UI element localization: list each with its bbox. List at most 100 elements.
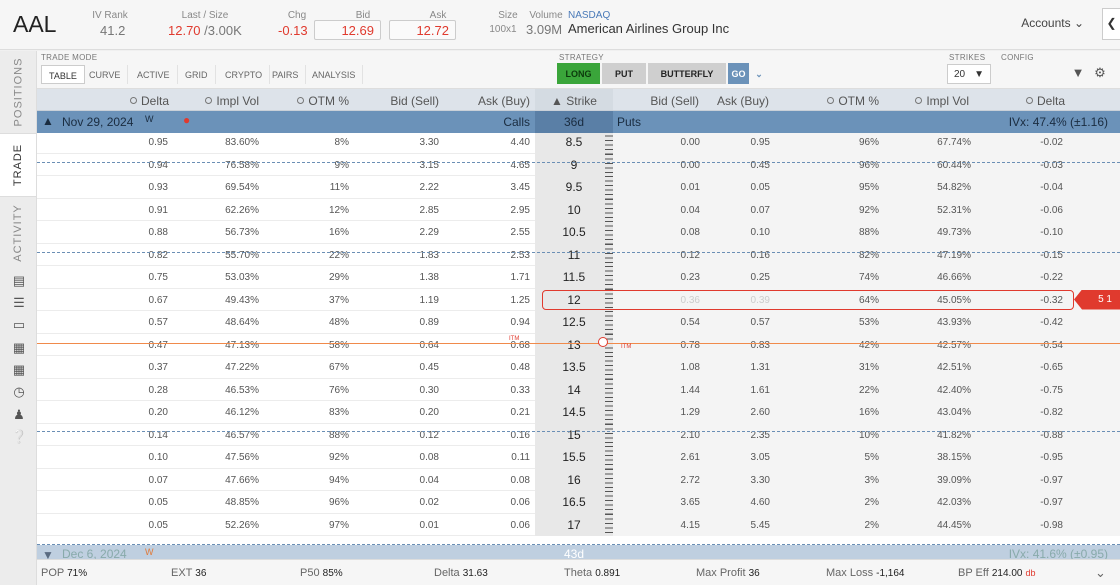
cell-pa[interactable]: 0.83 [713, 340, 770, 351]
cell-pa[interactable]: 1.31 [713, 362, 770, 373]
cell-cb[interactable]: 2.22 [383, 182, 439, 193]
cell-pa[interactable]: 1.61 [713, 385, 770, 396]
table-row[interactable]: 16 0.07 47.66% 94% 0.04 0.08 2.72 3.30 3% 39.09% -… [37, 468, 1120, 491]
cell-cd[interactable]: 0.28 [113, 385, 168, 396]
cell-ca[interactable]: 3.45 [473, 182, 530, 193]
cell-cotm[interactable]: 96% [293, 497, 349, 508]
cell-pd[interactable]: -0.54 [1007, 340, 1063, 351]
col-strike[interactable]: ▲ Strike [535, 89, 613, 110]
table-row[interactable]: 15 0.14 46.57% 88% 0.12 0.16 2.10 2.35 10% 41.82%… [37, 423, 1120, 446]
cell-piv[interactable]: 42.03% [913, 497, 971, 508]
cell-pa[interactable]: 0.10 [713, 227, 770, 238]
cell-cb[interactable]: 0.30 [383, 385, 439, 396]
cell-pb[interactable]: 0.23 [643, 272, 700, 283]
cell-cd[interactable]: 0.47 [113, 340, 168, 351]
cell-pd[interactable]: -0.02 [1007, 137, 1063, 148]
cell-cb[interactable]: 0.20 [383, 407, 439, 418]
cell-potm[interactable]: 5% [823, 452, 879, 463]
mode-tab-grid[interactable]: GRID [178, 65, 216, 84]
cell-potm[interactable]: 88% [823, 227, 879, 238]
cell-pb[interactable]: 0.78 [643, 340, 700, 351]
chevron-up-icon[interactable]: ▲ [42, 114, 54, 128]
cell-piv[interactable]: 67.74% [913, 137, 971, 148]
cell-piv[interactable]: 46.66% [913, 272, 971, 283]
cell-cotm[interactable]: 67% [293, 362, 349, 373]
community-icon[interactable]: ♟ [11, 407, 27, 423]
cell-potm[interactable]: 2% [823, 520, 879, 531]
cell-cb[interactable]: 1.19 [383, 295, 439, 306]
table-row[interactable]: 8.5 0.95 83.60% 8% 3.30 4.40 0.00 0.95 96% 67.74%… [37, 133, 1120, 154]
bid-button[interactable]: 12.69 [314, 20, 381, 40]
cell-civ[interactable]: 53.03% [203, 272, 259, 283]
cell-cotm[interactable]: 37% [293, 295, 349, 306]
cell-ca[interactable]: 1.25 [473, 295, 530, 306]
cell-cd[interactable]: 0.67 [113, 295, 168, 306]
expiry-header-2[interactable]: ▼ Dec 6, 2024 W 43d IVx: 41.6% (±0.95) [37, 545, 1120, 559]
cell-cb[interactable]: 2.29 [383, 227, 439, 238]
col-put-bid[interactable]: Bid (Sell) [637, 94, 699, 108]
cell-cd[interactable]: 0.88 [113, 227, 168, 238]
cell-ca[interactable]: 0.11 [473, 452, 530, 463]
leg-quantity-badge[interactable]: 5 1 [1074, 289, 1120, 310]
cell-piv[interactable]: 38.15% [913, 452, 971, 463]
cell-piv[interactable]: 43.93% [913, 317, 971, 328]
strike-cell[interactable]: 10.5 [535, 221, 613, 244]
tab-trade[interactable]: TRADE [0, 133, 36, 197]
cell-pd[interactable]: -0.06 [1007, 205, 1063, 216]
cell-ca[interactable]: 0.06 [473, 497, 530, 508]
strike-cell[interactable]: 16 [535, 468, 613, 491]
col-call-otm[interactable]: OTM % [287, 94, 349, 108]
cell-cd[interactable]: 0.91 [113, 205, 168, 216]
cell-ca[interactable]: 0.48 [473, 362, 530, 373]
col-call-iv[interactable]: Impl Vol [197, 94, 259, 108]
cell-cb[interactable]: 0.04 [383, 475, 439, 486]
cell-ca[interactable]: 0.21 [473, 407, 530, 418]
cell-pa[interactable]: 0.07 [713, 205, 770, 216]
table-row[interactable]: 9.5 0.93 69.54% 11% 2.22 3.45 0.01 0.05 95% 54.82… [37, 176, 1120, 199]
cell-piv[interactable]: 52.31% [913, 205, 971, 216]
mode-tab-curve[interactable]: CURVE [82, 65, 129, 84]
cell-pd[interactable]: -0.97 [1007, 475, 1063, 486]
strike-cell[interactable]: 14 [535, 378, 613, 401]
strike-cell[interactable]: 8.5 [535, 133, 613, 154]
cell-pd[interactable]: -0.04 [1007, 182, 1063, 193]
table-row[interactable]: 10.5 0.88 56.73% 16% 2.29 2.55 0.08 0.10 88% 49.7… [37, 221, 1120, 244]
cell-civ[interactable]: 56.73% [203, 227, 259, 238]
cell-potm[interactable]: 53% [823, 317, 879, 328]
cell-civ[interactable]: 47.13% [203, 340, 259, 351]
mode-tab-table[interactable]: TABLE [41, 65, 85, 84]
tab-positions[interactable]: POSITIONS [0, 51, 36, 133]
cell-cd[interactable]: 0.10 [113, 452, 168, 463]
filter-icon[interactable]: ▼ [1070, 65, 1086, 81]
col-call-bid[interactable]: Bid (Sell) [377, 94, 439, 108]
table-row[interactable]: 9 0.94 76.58% 9% 3.15 4.65 0.00 0.45 96% 60.44% -0… [37, 153, 1120, 176]
cell-civ[interactable]: 47.22% [203, 362, 259, 373]
cell-pb[interactable]: 1.08 [643, 362, 700, 373]
chevron-down-icon[interactable]: ▼ [42, 548, 54, 559]
cell-cb[interactable]: 0.08 [383, 452, 439, 463]
cell-pd[interactable]: -0.75 [1007, 385, 1063, 396]
strike-cell[interactable]: 9.5 [535, 176, 613, 199]
table-row[interactable]: 13.5 0.37 47.22% 67% 0.45 0.48 1.08 1.31 31% 42.5… [37, 356, 1120, 379]
strike-cell[interactable]: 9 [535, 153, 613, 176]
cell-piv[interactable]: 54.82% [913, 182, 971, 193]
cell-potm[interactable]: 95% [823, 182, 879, 193]
strike-cell[interactable]: 10 [535, 198, 613, 221]
cell-ca[interactable]: 2.95 [473, 205, 530, 216]
put-button[interactable]: PUT [602, 63, 646, 84]
cell-civ[interactable]: 48.64% [203, 317, 259, 328]
cell-pd[interactable]: -0.65 [1007, 362, 1063, 373]
cell-pb[interactable]: 0.00 [643, 137, 700, 148]
cell-pd[interactable]: -0.10 [1007, 227, 1063, 238]
cell-potm[interactable]: 92% [823, 205, 879, 216]
cell-pb[interactable]: 0.04 [643, 205, 700, 216]
strategy-chevron-icon[interactable]: ⌄ [752, 63, 766, 84]
col-put-otm[interactable]: OTM % [817, 94, 879, 108]
cell-cb[interactable]: 0.45 [383, 362, 439, 373]
cell-cotm[interactable]: 94% [293, 475, 349, 486]
mode-tab-analysis[interactable]: ANALYSIS [305, 65, 364, 84]
cell-piv[interactable]: 42.57% [913, 340, 971, 351]
cell-pb[interactable]: 0.01 [643, 182, 700, 193]
tv-icon[interactable]: ▭ [11, 317, 27, 333]
cell-ca[interactable]: 0.06 [473, 520, 530, 531]
